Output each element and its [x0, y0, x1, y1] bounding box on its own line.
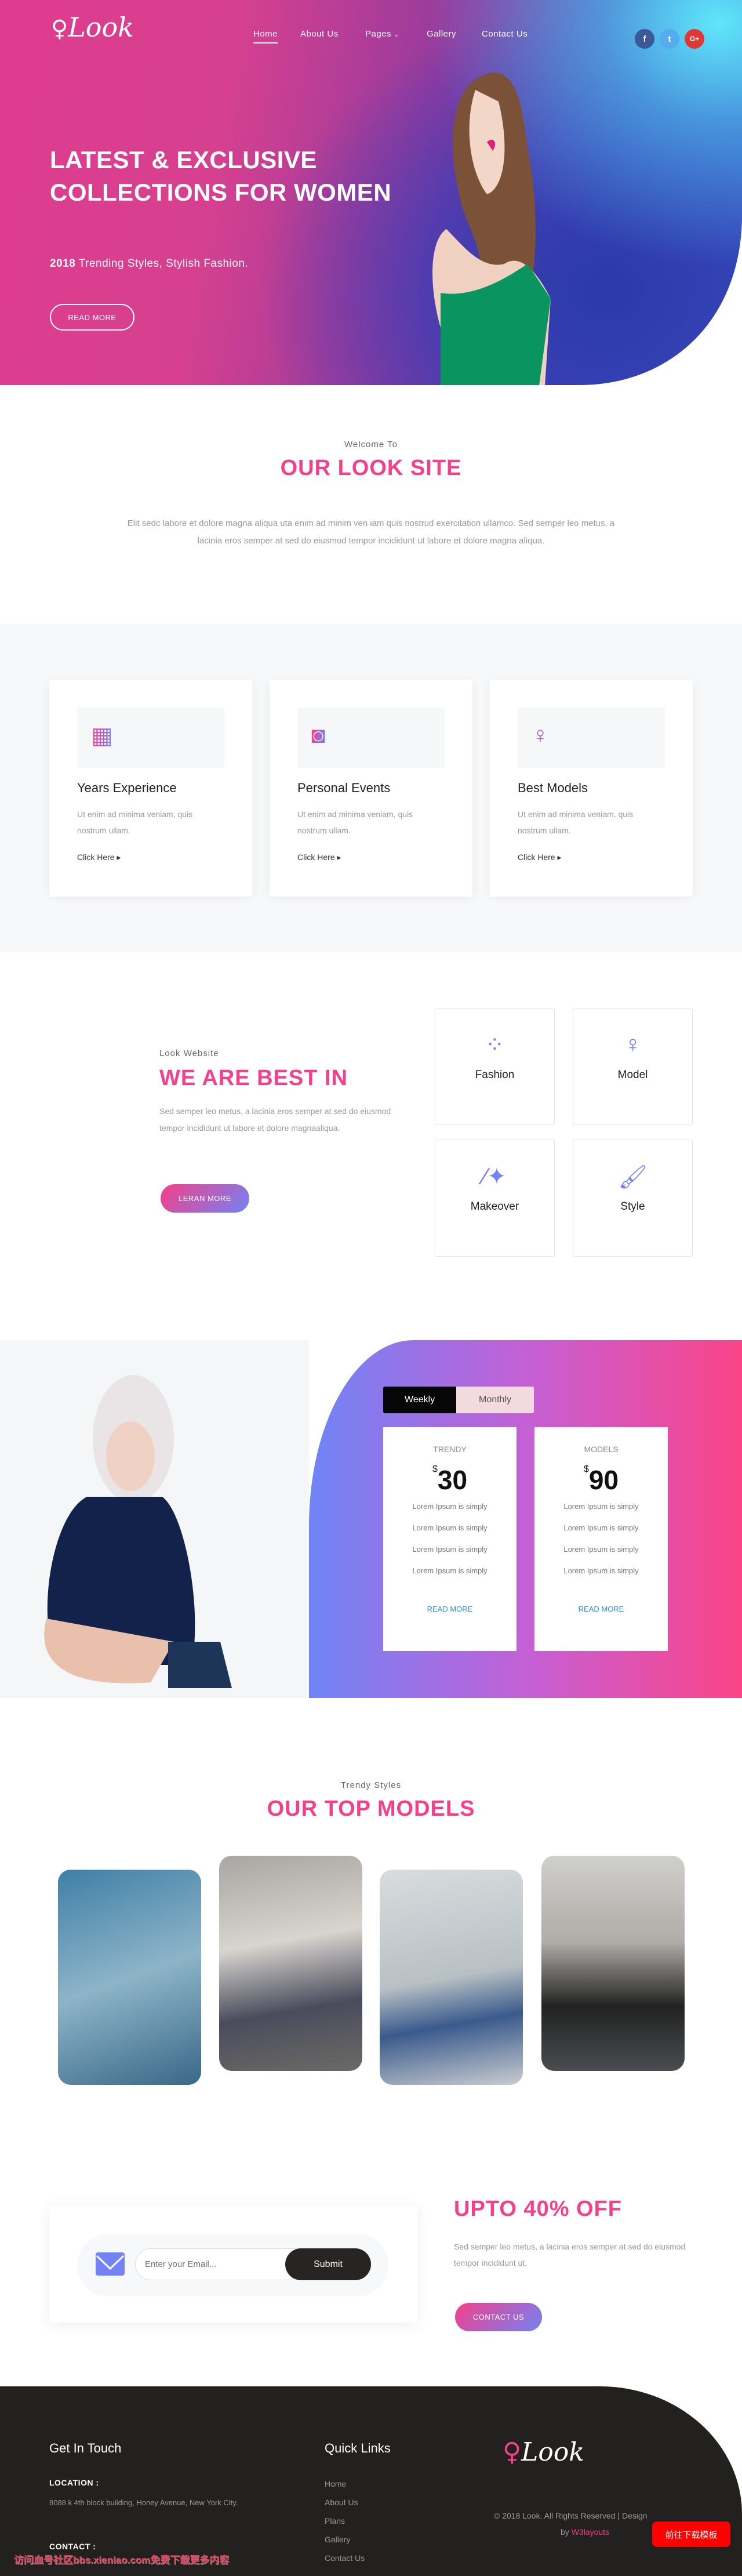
nav-contact[interactable]: Contact Us [482, 29, 528, 39]
paint-brush-icon: 🖌 [618, 1164, 648, 1190]
price: $90 [583, 1464, 619, 1495]
price: $30 [432, 1464, 468, 1495]
google-plus-icon[interactable]: G+ [685, 29, 704, 49]
chevron-down-icon: ⌄ [394, 32, 399, 38]
submit-button[interactable]: Submit [285, 2248, 371, 2280]
caret-right-icon: ▸ [117, 852, 121, 862]
read-more-link[interactable]: READ MORE [383, 1605, 517, 1613]
service-card: ◙ Personal Events Ut enim ad minima venia… [270, 680, 472, 897]
nav-about[interactable]: About Us [300, 29, 339, 39]
caret-right-icon: ▸ [337, 852, 341, 862]
read-more-link[interactable]: READ MORE [534, 1605, 668, 1613]
nav-home[interactable]: Home [253, 29, 278, 43]
welcome-eyebrow: Welcome To [344, 440, 398, 449]
best-title: WE ARE BEST IN [159, 1066, 348, 1090]
spinner-icon: ⁘ [485, 1032, 505, 1058]
tab-monthly[interactable]: Monthly [456, 1387, 534, 1413]
footer-link-home[interactable]: Home [325, 2479, 346, 2488]
feature-makeover: ⁄✦ Makeover [435, 1140, 555, 1257]
models-title: OUR TOP MODELS [267, 1797, 475, 1821]
copyright: © 2018 Look. All Rights Reserved | Desig… [494, 2511, 648, 2520]
footer-link-contact[interactable]: Contact Us [325, 2553, 365, 2563]
footer-logo[interactable]: ♀Look [503, 2437, 584, 2467]
model-image[interactable] [219, 1856, 362, 2071]
click-here-link[interactable]: Click Here ▸ [518, 852, 562, 862]
service-card: ♀ Best Models Ut enim ad minima veniam, q… [490, 680, 693, 897]
tab-weekly[interactable]: Weekly [383, 1387, 456, 1413]
facebook-icon[interactable]: f [635, 29, 654, 49]
models-eyebrow: Trendy Styles [340, 1780, 402, 1790]
model-image[interactable] [541, 1856, 685, 2071]
camera-icon: ◙ [311, 723, 326, 748]
hero-subtitle: 2018 Trending Styles, Stylish Fashion. [50, 257, 249, 270]
model-image[interactable] [380, 1870, 523, 2085]
female-icon: ♀ [624, 1032, 642, 1057]
pricing-model-image [0, 1340, 309, 1698]
female-icon: ♀ [532, 723, 549, 748]
welcome-title: OUR LOOK SITE [280, 456, 462, 480]
read-more-button[interactable]: READ MORE [50, 304, 134, 331]
newsletter-card: Submit [49, 2206, 417, 2323]
offer-title: UPTO 40% OFF [454, 2197, 623, 2221]
hero-banner: ♀Look Home About Us Pages ⌄ Gallery Cont… [0, 0, 742, 385]
best-eyebrow: Look Website [159, 1048, 219, 1058]
hero-title: LATEST & EXCLUSIVE COLLECTIONS FOR WOMEN [50, 146, 392, 206]
twitter-icon[interactable]: t [660, 29, 679, 49]
click-here-link[interactable]: Click Here ▸ [77, 852, 121, 862]
click-here-link[interactable]: Click Here ▸ [297, 852, 341, 862]
pricing-card: TRENDY $30 Lorem Ipsum is simply Lorem Ip… [383, 1427, 517, 1651]
nav-gallery[interactable]: Gallery [427, 29, 456, 39]
logo[interactable]: ♀Look [51, 12, 134, 43]
dancer-silhouette-icon: ♀ [503, 2437, 522, 2467]
best-text: Sed semper leo metus, a lacinia eros sem… [159, 1106, 391, 1133]
watermark: 访问血号社区bbs.xieniao.com免费下载更多内容 [14, 2555, 230, 2566]
service-card: ▦ Years Experience Ut enim ad minima veni… [49, 680, 252, 897]
dancer-silhouette-icon: ♀ [51, 16, 68, 42]
feature-style: 🖌 Style [573, 1140, 693, 1257]
welcome-text: Elit sedc labore et dolore magna aliqua … [127, 518, 615, 546]
magic-wand-icon: ⁄✦ [483, 1164, 507, 1189]
footer-link-gallery[interactable]: Gallery [325, 2535, 350, 2544]
w3layouts-link[interactable]: W3layouts [572, 2527, 609, 2537]
model-image[interactable] [58, 1870, 201, 2085]
caret-right-icon: ▸ [557, 852, 562, 862]
feature-model: ♀ Model [573, 1008, 693, 1125]
footer-link-plans[interactable]: Plans [325, 2516, 345, 2526]
footer: Get In Touch LOCATION : 8088 k 4th block… [0, 2386, 742, 2576]
feature-fashion: ⁘ Fashion [435, 1008, 555, 1125]
pricing-card: MODELS $90 Lorem Ipsum is simply Lorem Ip… [534, 1427, 668, 1651]
calendar-icon: ▦ [91, 723, 113, 749]
footer-link-about[interactable]: About Us [325, 2498, 358, 2507]
learn-more-button[interactable]: LERAN MORE [161, 1184, 249, 1213]
envelope-icon [96, 2252, 125, 2276]
offer-text: Sed semper leo metus, a lacinia eros sem… [454, 2242, 686, 2267]
download-template-button[interactable]: 前往下载模板 [652, 2521, 730, 2547]
contact-us-button[interactable]: CONTACT US [455, 2303, 542, 2331]
nav-pages[interactable]: Pages ⌄ [365, 29, 399, 39]
